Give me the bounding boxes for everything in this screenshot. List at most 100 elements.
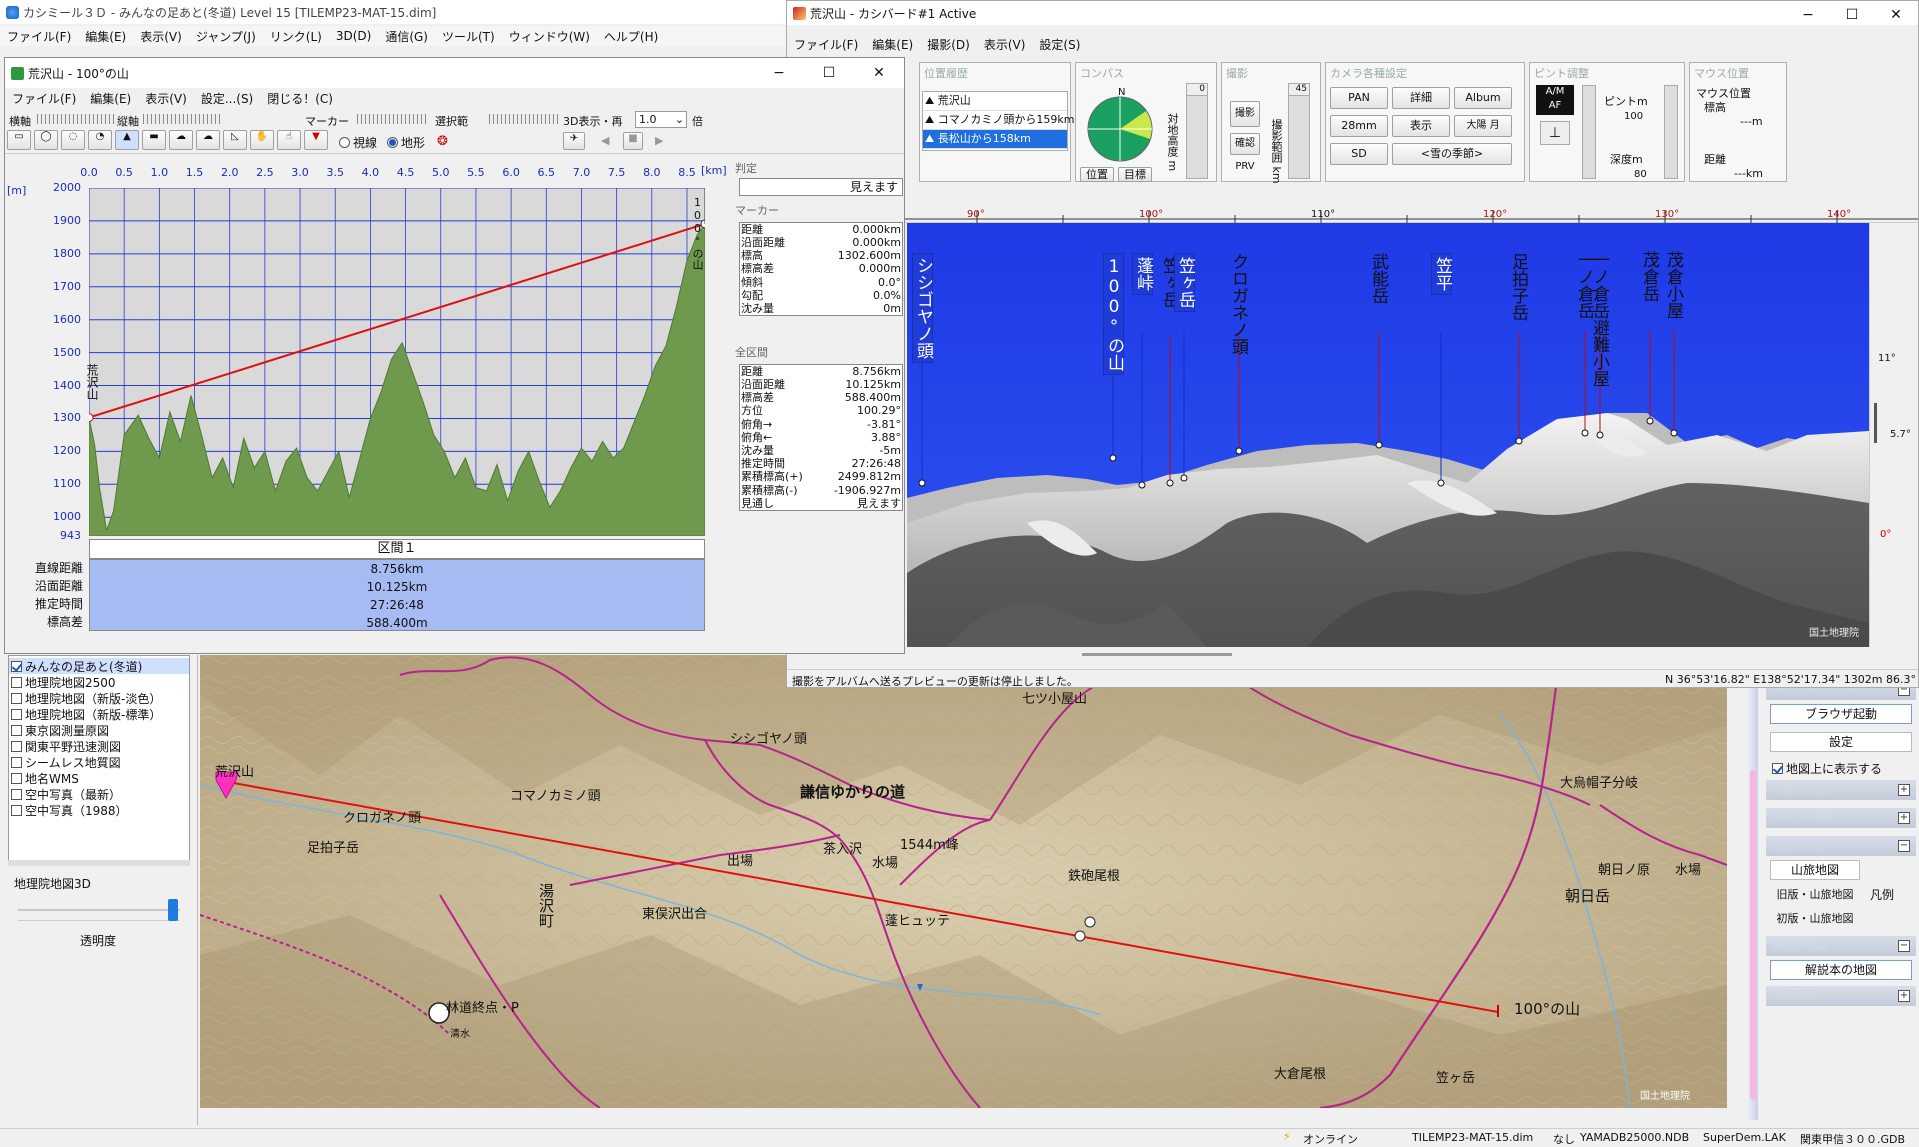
- detail-button[interactable]: 詳細: [1392, 87, 1450, 109]
- compass-dial[interactable]: N: [1080, 85, 1160, 165]
- layer-item[interactable]: 地理院地図（新版-淡色）: [9, 690, 189, 706]
- terrain-icon[interactable]: ▲: [115, 130, 139, 150]
- profile-menu-item[interactable]: 設定...(S): [194, 90, 260, 107]
- yamatabi-old-button[interactable]: 旧版・山旅地図: [1770, 886, 1860, 906]
- main-menu-item[interactable]: 編集(E): [78, 28, 133, 45]
- layer-checkbox[interactable]: [11, 756, 22, 768]
- balloon-icon[interactable]: ❂: [437, 134, 448, 149]
- minimize-icon[interactable]: −: [1786, 3, 1830, 27]
- peak-label[interactable]: 茂倉岳: [1639, 251, 1659, 302]
- season-button[interactable]: <雪の季節>: [1392, 143, 1512, 165]
- prev-icon[interactable]: ◀: [601, 134, 609, 147]
- horizontal-scrollbar[interactable]: [1082, 653, 1232, 656]
- confirm-button[interactable]: 確認: [1230, 133, 1260, 155]
- yamatabi-first-button[interactable]: 初版・山旅地図: [1770, 910, 1860, 930]
- chiriin-header[interactable]: 地理院地図 +: [1766, 780, 1916, 800]
- hand-icon[interactable]: ✋: [250, 130, 274, 150]
- compass-target-button[interactable]: 目標: [1118, 167, 1152, 182]
- layer-scrollbar[interactable]: [8, 860, 190, 866]
- shoot-button[interactable]: 撮影: [1230, 101, 1260, 127]
- shindo-slider[interactable]: [1664, 85, 1678, 179]
- main-menu-item[interactable]: ウィンドウ(W): [502, 28, 597, 45]
- peak-label[interactable]: 蓬峠: [1132, 253, 1153, 295]
- layer-checkbox[interactable]: [11, 692, 22, 704]
- main-menu-item[interactable]: ジャンプ(J): [189, 28, 263, 45]
- layer-checkbox[interactable]: [11, 660, 22, 672]
- focus-slider[interactable]: [1582, 85, 1596, 179]
- display-button[interactable]: 表示: [1392, 115, 1450, 137]
- peak-label[interactable]: 足拍子岳: [1508, 253, 1528, 321]
- layer-item[interactable]: 空中写真（1988）: [9, 802, 189, 818]
- pie-icon[interactable]: ◔: [88, 130, 112, 150]
- main-menu-item[interactable]: ツール(T): [435, 28, 502, 45]
- kaisetsu-header[interactable]: 解説本地図 −: [1766, 936, 1916, 956]
- map-history-header[interactable]: 地図履歴 +: [1766, 986, 1916, 1006]
- history-item[interactable]: ⛰ コマノカミノ頭から159km: [923, 111, 1075, 130]
- peak-label[interactable]: 武能岳: [1368, 253, 1388, 304]
- history-item[interactable]: ⛰ 長松山から158km: [923, 130, 1067, 149]
- shoot-range-slider[interactable]: 45: [1288, 83, 1310, 179]
- elevation-profile-chart[interactable]: [89, 188, 705, 536]
- layer-list[interactable]: みんなの足あと(冬道) 地理院地図2500 地理院地図（新版-淡色） 地理院地図（新版…: [8, 655, 190, 865]
- layer-checkbox[interactable]: [11, 740, 22, 752]
- opacity-slider[interactable]: [18, 897, 180, 921]
- peak-label[interactable]: 笠ヶ岳: [1174, 253, 1195, 312]
- layer-item[interactable]: 関東平野迅速測図: [9, 738, 189, 754]
- profile-menu-item[interactable]: 閉じる！(C): [260, 90, 340, 107]
- pin-icon[interactable]: ▼: [304, 130, 328, 150]
- layer-item[interactable]: 空中写真（最新）: [9, 786, 189, 802]
- peak-label[interactable]: クロガネノ頭: [1228, 253, 1248, 355]
- marker-slider[interactable]: [357, 114, 427, 124]
- focus-target-icon[interactable]: ⊥: [1540, 121, 1570, 145]
- show-on-map-checkbox[interactable]: 地図上に表示する: [1766, 756, 1916, 780]
- settings-button[interactable]: 設定: [1770, 732, 1912, 752]
- scale-select[interactable]: 1.0 ⌄: [635, 111, 687, 128]
- peak-label[interactable]: 笠平: [1431, 253, 1452, 295]
- line-icon[interactable]: ▭: [7, 130, 31, 150]
- slope-icon[interactable]: ◺: [223, 130, 247, 150]
- yamatabi-header[interactable]: 山旅倶楽部 −: [1766, 836, 1916, 856]
- peak-label[interactable]: 茂倉小屋: [1663, 251, 1683, 319]
- profile-menu-item[interactable]: 編集(E): [83, 90, 138, 107]
- compass-position-button[interactable]: 位置: [1080, 167, 1114, 182]
- kashibird-menu-item[interactable]: 撮影(D): [920, 36, 977, 53]
- opacity-slider-thumb[interactable]: [168, 899, 178, 921]
- kashibird-3d-view[interactable]: 国土地理院 シシゴヤノ頭 100°の山 蓬峠 笠ヶ岳 笠ヶ岳 クロガネノ頭 武能岳 笠平 足拍子…: [907, 223, 1869, 647]
- sd-button[interactable]: SD: [1330, 143, 1388, 165]
- peak-label[interactable]: 100°の山: [1103, 253, 1124, 375]
- kashibird-menu-item[interactable]: ファイル(F): [787, 36, 865, 53]
- main-menu-item[interactable]: ファイル(F): [0, 28, 78, 45]
- sun-moon-button[interactable]: 大陽 月: [1454, 115, 1512, 137]
- circle-icon[interactable]: ◯: [34, 130, 58, 150]
- tate-slider[interactable]: [143, 114, 223, 124]
- dotted-circle-icon[interactable]: ◌: [61, 130, 85, 150]
- close-icon[interactable]: ✕: [854, 61, 904, 85]
- kashibird-menu-item[interactable]: 設定(S): [1032, 36, 1087, 53]
- prv-button[interactable]: PRV: [1230, 161, 1260, 177]
- profile-menu-item[interactable]: 表示(V): [138, 90, 194, 107]
- 3d-play-icon[interactable]: ✈: [563, 132, 585, 150]
- pan-button[interactable]: PAN: [1330, 87, 1388, 109]
- maximize-icon[interactable]: ☐: [804, 61, 854, 85]
- flat-icon[interactable]: ▬: [142, 130, 166, 150]
- stop-icon[interactable]: ■: [623, 132, 643, 150]
- layer-checkbox[interactable]: [11, 788, 22, 800]
- main-menu-item[interactable]: 表示(V): [133, 28, 189, 45]
- minimize-icon[interactable]: −: [754, 61, 804, 85]
- focal-button[interactable]: 28mm: [1330, 115, 1388, 137]
- cloud2-icon[interactable]: ☁: [196, 130, 220, 150]
- layer-checkbox[interactable]: [11, 676, 22, 688]
- radio-chikei[interactable]: 地形: [387, 134, 425, 151]
- history-list[interactable]: ⛰ 荒沢山 ⛰ コマノカミノ頭から159km ⛰ 長松山から158km: [922, 91, 1075, 151]
- peak-label[interactable]: 一ノ倉岳避難小屋: [1589, 251, 1609, 387]
- taichi-slider[interactable]: 0: [1186, 83, 1208, 179]
- yamatabi-map-button[interactable]: 山旅地図: [1770, 860, 1860, 880]
- maximize-icon[interactable]: ☐: [1830, 3, 1874, 27]
- topographic-map[interactable]: [200, 655, 1727, 1108]
- kashibird-menu-item[interactable]: 表示(V): [977, 36, 1033, 53]
- map-view[interactable]: 荒沢山 シシゴヤノ頭 七ツ小屋山 謙信ゆかりの道 クロガネノ頭 コマノカミノ頭 …: [200, 655, 1727, 1108]
- radio-shisen[interactable]: 視線: [339, 134, 377, 151]
- peak-label[interactable]: シシゴヤノ頭: [912, 253, 933, 363]
- layer-item[interactable]: 地理院地図2500: [9, 674, 189, 690]
- yoko-slider[interactable]: [37, 114, 117, 124]
